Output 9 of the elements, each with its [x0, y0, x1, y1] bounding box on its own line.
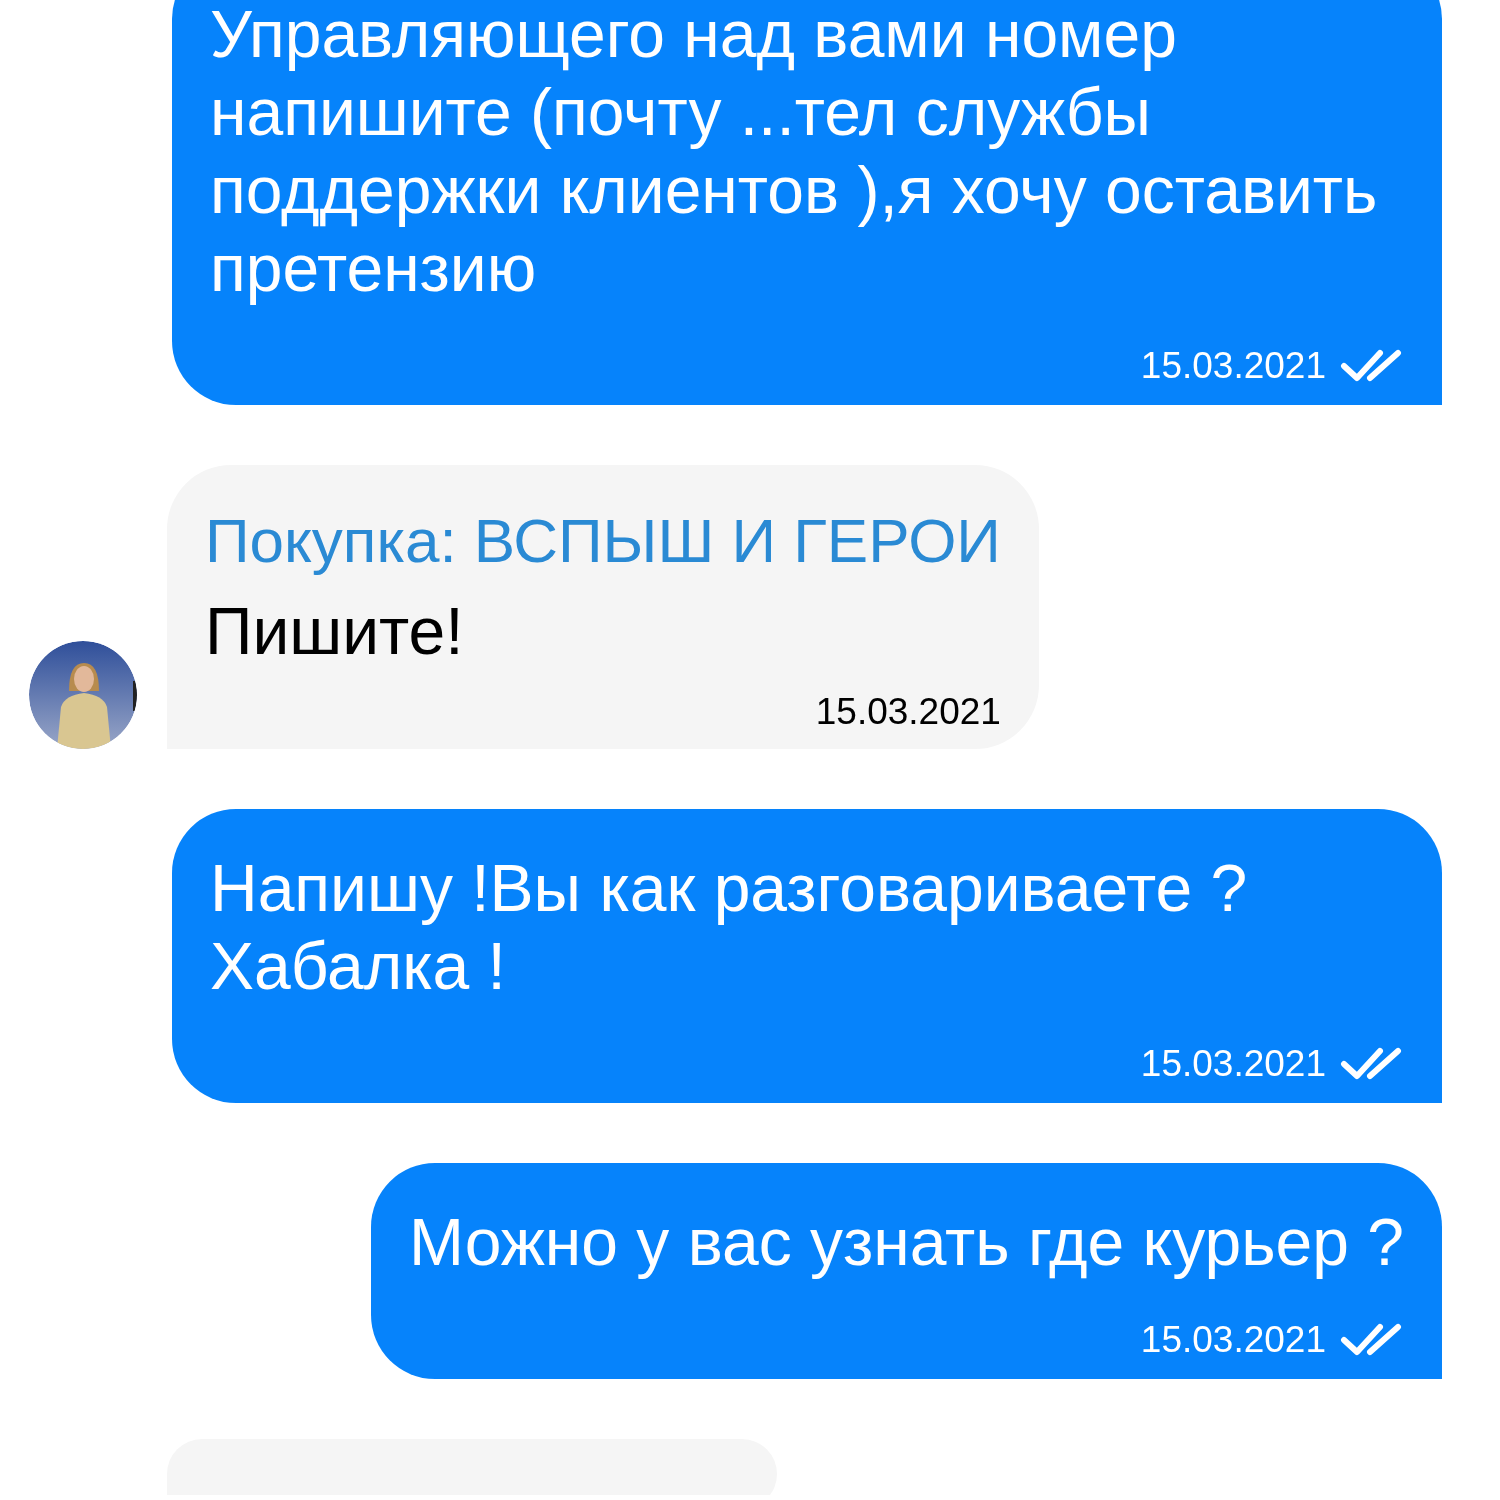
purchase-title: Покупка: ВСПЫШ И ГЕРОИ [205, 505, 1001, 577]
message-text: Пишите! [205, 593, 465, 670]
message-date: 15.03.2021 [1140, 344, 1326, 388]
message-date: 15.03.2021 [1140, 1042, 1326, 1086]
message-text: Можно у вас узнать где курьер ? [408, 1204, 1404, 1281]
message-date: 15.03.2021 [1140, 1318, 1326, 1362]
message-text: Напишу !Вы как разговариваете ? Хабалка ! [210, 850, 1249, 1005]
message-date: 15.03.2021 [815, 690, 1001, 734]
message-text: Управляющего над вами номер напишите (почту ...тел службы поддержки клиентов ),я хочу оставить претензию [210, 0, 1379, 307]
